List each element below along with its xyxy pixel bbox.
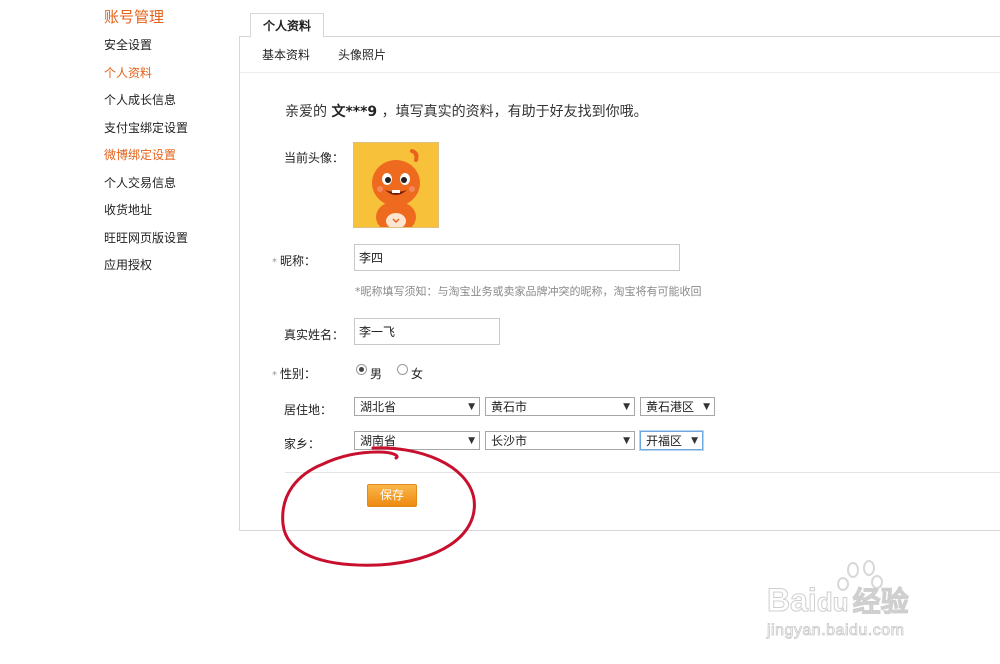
dropdown-arrow-icon: ▼ xyxy=(468,436,475,446)
greeting-username: 文***9 xyxy=(331,104,378,120)
watermark-url: jingyan.baidu.com xyxy=(767,622,905,640)
mascot-icon xyxy=(354,143,438,227)
required-mark: * xyxy=(272,257,277,268)
gender-label-row: * 性别： xyxy=(272,365,316,382)
gender-female-label[interactable]: 女 xyxy=(411,365,423,382)
avatar-label: 当前头像： xyxy=(284,151,345,165)
sidebar: 账号管理 安全设置 个人资料 个人成长信息 支付宝绑定设置 微博绑定设置 个人交… xyxy=(104,6,234,280)
profile-panel: 基本资料 头像照片 亲爱的 文***9 ，填写真实的资料，有助于好友找到你哦。 … xyxy=(239,36,1000,531)
watermark-brand-du: du xyxy=(816,587,849,618)
hometown-city-value: 长沙市 xyxy=(491,434,528,448)
residence-province-select[interactable]: 湖北省 ▼ xyxy=(354,397,480,416)
greeting-suffix: ，填写真实的资料，有助于好友找到你哦。 xyxy=(381,104,648,120)
tab-basic-info[interactable]: 基本资料 xyxy=(262,37,310,72)
residence-city-select[interactable]: 黄石市 ▼ xyxy=(485,397,635,416)
sidebar-item-address[interactable]: 收货地址 xyxy=(104,197,234,225)
residence-city-value: 黄石市 xyxy=(491,400,528,414)
required-mark: * xyxy=(272,370,277,381)
hometown-label: 家乡： xyxy=(284,437,321,451)
nickname-label-row: * 昵称： xyxy=(272,252,316,269)
sidebar-title: 账号管理 xyxy=(104,8,165,26)
greeting-text: 亲爱的 文***9 ，填写真实的资料，有助于好友找到你哦。 xyxy=(285,101,648,121)
realname-label: 真实姓名： xyxy=(284,328,345,342)
residence-district-select[interactable]: 黄石港区 ▼ xyxy=(640,397,715,416)
sidebar-item-trade-info[interactable]: 个人交易信息 xyxy=(104,170,234,198)
tab-avatar-photo[interactable]: 头像照片 xyxy=(338,37,386,72)
hometown-province-select[interactable]: 湖南省 ▼ xyxy=(354,431,480,450)
save-button[interactable]: 保存 xyxy=(367,484,417,507)
residence-province-value: 湖北省 xyxy=(360,400,397,414)
sidebar-item-wangwang[interactable]: 旺旺网页版设置 xyxy=(104,225,234,253)
sub-nav: 基本资料 头像照片 xyxy=(240,37,1000,73)
gender-female-radio[interactable] xyxy=(397,364,408,375)
gender-label: 性别： xyxy=(280,367,317,381)
sidebar-item-profile[interactable]: 个人资料 xyxy=(104,60,234,88)
dropdown-arrow-icon: ▼ xyxy=(691,436,698,446)
residence-district-value: 黄石港区 xyxy=(646,400,695,414)
sidebar-item-security[interactable]: 安全设置 xyxy=(104,32,234,60)
nickname-label: 昵称： xyxy=(280,254,317,268)
sidebar-item-app-auth[interactable]: 应用授权 xyxy=(104,252,234,280)
residence-label: 居住地： xyxy=(284,403,333,417)
nickname-hint: *昵称填写须知：与淘宝业务或卖家品牌冲突的昵称，淘宝将有可能收回 xyxy=(355,285,702,298)
dropdown-arrow-icon: ▼ xyxy=(468,402,475,412)
watermark-brand: Bai xyxy=(767,582,818,619)
sidebar-item-growth[interactable]: 个人成长信息 xyxy=(104,87,234,115)
sidebar-item-weibo[interactable]: 微博绑定设置 xyxy=(104,142,234,170)
realname-input[interactable]: 李一飞 xyxy=(354,318,500,345)
form-divider xyxy=(285,472,1000,473)
baidu-watermark: Baidu 经验 jingyan.baidu.com xyxy=(765,560,1000,650)
tab-profile[interactable]: 个人资料 xyxy=(250,13,325,38)
hometown-district-select[interactable]: 开福区 ▼ xyxy=(640,431,703,450)
greeting-prefix: 亲爱的 xyxy=(285,104,327,120)
dropdown-arrow-icon: ▼ xyxy=(623,402,630,412)
dropdown-arrow-icon: ▼ xyxy=(623,436,630,446)
hometown-province-value: 湖南省 xyxy=(360,434,397,448)
hometown-district-value: 开福区 xyxy=(646,434,683,448)
nickname-input[interactable]: 李四 xyxy=(354,244,680,271)
sidebar-item-alipay[interactable]: 支付宝绑定设置 xyxy=(104,115,234,143)
watermark-cn: 经验 xyxy=(852,586,909,618)
dropdown-arrow-icon: ▼ xyxy=(703,402,710,412)
gender-male-label[interactable]: 男 xyxy=(370,365,382,382)
hometown-city-select[interactable]: 长沙市 ▼ xyxy=(485,431,635,450)
gender-male-radio[interactable] xyxy=(356,364,367,375)
avatar xyxy=(353,142,439,228)
